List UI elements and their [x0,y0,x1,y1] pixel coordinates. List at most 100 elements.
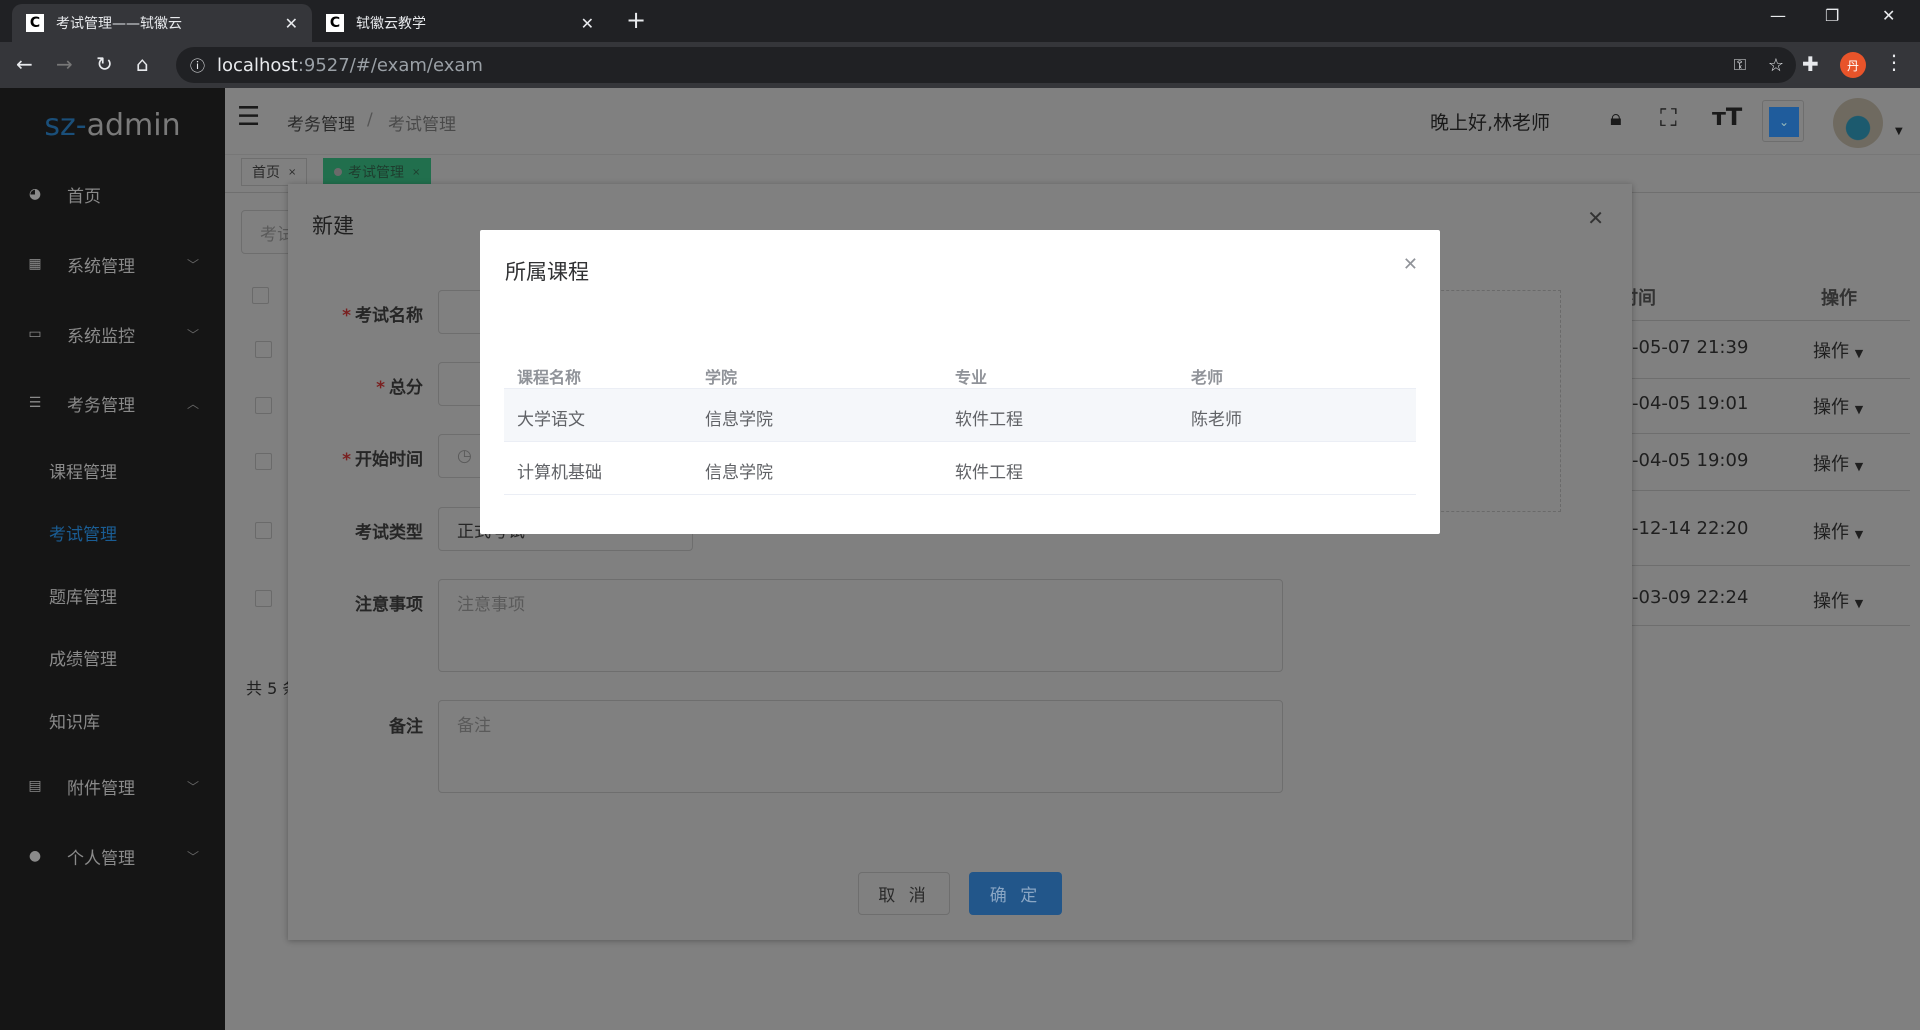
theme-picker[interactable]: ⌄ [1762,100,1804,142]
logo: sz-admin [44,108,181,143]
chevron-down-icon: ﹀ [186,849,199,864]
row-time: -03-09 22:24 [1632,587,1749,608]
close-tab-icon[interactable]: ✕ [581,14,594,33]
sidebar-sub-exam[interactable]: 考试管理 [49,520,117,545]
row-divider [1632,378,1910,379]
browser-tab-active[interactable]: C 考试管理——轼徽云 ✕ [12,4,312,42]
table-row[interactable]: 大学语文 信息学院 软件工程 陈老师 [504,389,1416,442]
row-checkbox[interactable] [255,341,272,358]
star-icon[interactable]: ☆ [1768,55,1784,76]
chevron-up-icon: ︿ [186,396,199,411]
sidebar-sub-question-bank[interactable]: 题库管理 [49,583,117,608]
back-icon[interactable]: ← [16,52,33,76]
row-operation-dropdown[interactable]: 操作 ▼ [1813,450,1863,476]
breadcrumb-item[interactable]: 考务管理 [287,110,355,135]
navbar: ☰ 考务管理 / 考试管理 晚上好,林老师 🔒︎ ⛶ ᴛT ⌄ ▼ [225,88,1920,155]
column-header: 老师 [1191,368,1224,387]
fullscreen-icon[interactable]: ⛶ [1660,104,1677,132]
upload-area[interactable] [1436,290,1561,512]
sidebar-item-attachments[interactable]: ▤ 附件管理 ﹀ [0,766,225,806]
chevron-down-icon: ﹀ [186,779,199,794]
confirm-button[interactable]: 确 定 [969,872,1062,915]
clock-icon: ◷ [457,446,472,466]
caret-down-icon[interactable]: ▼ [1895,126,1903,137]
sidebar-item-home[interactable]: ◕ 首页 [0,174,225,214]
caret-down-icon: ▼ [1854,597,1864,610]
close-tab-icon[interactable]: ✕ [285,14,298,33]
row-time: -05-07 21:39 [1632,337,1749,358]
avatar[interactable] [1833,98,1883,148]
sidebar: sz-admin ◕ 首页 ▦ 系统管理 ﹀ ▭ 系统监控 ﹀ ☰ 考务管理 ︿ 课程管理 考… [0,88,225,1030]
dialog-title: 所属课程 [505,260,589,284]
caret-down-icon: ▼ [1854,347,1864,360]
sidebar-item-personal[interactable]: ● 个人管理 ﹀ [0,836,225,876]
select-all-checkbox[interactable] [252,287,269,304]
minimize-button[interactable]: — [1770,6,1786,25]
grid-icon: ▦ [28,256,42,272]
row-checkbox[interactable] [255,397,272,414]
sidebar-item-exam-affairs[interactable]: ☰ 考务管理 ︿ [0,383,225,423]
address-bar-row: ← → ↻ ⌂ ⓘ localhost:9527/#/exam/exam ⚿ ☆… [0,42,1920,88]
close-window-button[interactable]: ✕ [1882,6,1895,25]
cell-college: 信息学院 [705,410,773,430]
notes-textarea[interactable]: 注意事项 [438,579,1283,672]
close-icon[interactable]: × [288,167,296,178]
tag-exam[interactable]: 考试管理 × [323,158,432,186]
row-checkbox[interactable] [255,453,272,470]
lock-icon[interactable]: 🔒︎ [1610,106,1622,131]
sidebar-item-system[interactable]: ▦ 系统管理 ﹀ [0,244,225,284]
close-icon[interactable]: ✕ [1403,254,1418,275]
sidebar-sub-scores[interactable]: 成绩管理 [49,645,117,670]
row-operation-dropdown[interactable]: 操作 ▼ [1813,518,1863,544]
new-tab-button[interactable]: + [626,6,646,34]
dot-icon [334,168,342,176]
menu-icon[interactable]: ⋮ [1884,50,1904,74]
font-size-icon[interactable]: ᴛT [1712,103,1742,131]
row-operation-dropdown[interactable]: 操作 ▼ [1813,587,1863,613]
row-time: -12-14 22:20 [1632,518,1749,539]
row-operation-dropdown[interactable]: 操作 ▼ [1813,393,1863,419]
cancel-button[interactable]: 取 消 [858,872,950,915]
sidebar-sub-course[interactable]: 课程管理 [49,458,117,483]
close-icon[interactable]: ✕ [1587,206,1604,230]
row-checkbox[interactable] [255,590,272,607]
close-icon[interactable]: × [412,167,420,178]
url-path: :9527/#/exam/exam [297,54,483,76]
remark-textarea[interactable]: 备注 [438,700,1283,793]
info-icon: ⓘ [190,56,206,75]
row-checkbox[interactable] [255,522,272,539]
browser-tab[interactable]: C 轼徽云教学 ✕ [312,4,608,42]
field-label-start: * 开始时间 [342,450,423,470]
field-label-remark: 备注 [389,717,423,737]
monitor-icon: ▭ [28,326,42,342]
restore-button[interactable]: ❐ [1825,6,1839,25]
key-icon[interactable]: ⚿ [1734,55,1746,75]
forward-icon[interactable]: → [56,52,73,76]
column-header: 课程名称 [517,368,582,387]
home-icon[interactable]: ⌂ [136,52,149,76]
list-icon: ☰ [28,395,42,411]
field-label-type: 考试类型 [355,523,423,543]
cell-course: 大学语文 [517,410,585,430]
cell-teacher: 陈老师 [1191,410,1242,430]
sidebar-item-monitor[interactable]: ▭ 系统监控 ﹀ [0,314,225,354]
url-input[interactable]: ⓘ localhost:9527/#/exam/exam ⚿ ☆ [176,47,1796,83]
reload-icon[interactable]: ↻ [96,52,113,76]
sidebar-sub-knowledge[interactable]: 知识库 [49,708,100,733]
breadcrumb-separator: / [367,110,373,130]
profile-avatar[interactable]: 丹 [1840,52,1866,78]
row-divider [1632,565,1910,566]
row-time: -04-05 19:01 [1632,393,1749,414]
row-divider [1632,625,1910,626]
tag-home[interactable]: 首页 × [241,158,308,186]
dashboard-icon: ◕ [28,186,42,202]
column-header: 专业 [955,368,988,387]
table-row[interactable]: 计算机基础 信息学院 软件工程 [504,442,1416,495]
tab-title: 轼徽云教学 [356,16,426,32]
cell-major: 软件工程 [955,463,1023,483]
chevron-down-icon: ﹀ [186,257,199,272]
row-operation-dropdown[interactable]: 操作 ▼ [1813,337,1863,363]
extensions-icon[interactable]: ✚ [1802,52,1819,76]
field-label-name: * 考试名称 [342,306,423,326]
hamburger-icon[interactable]: ☰ [237,102,260,132]
